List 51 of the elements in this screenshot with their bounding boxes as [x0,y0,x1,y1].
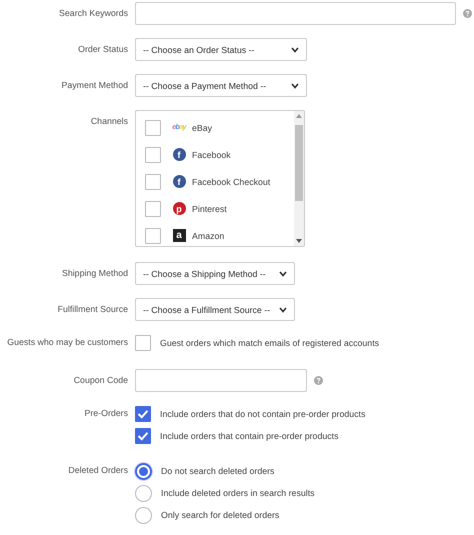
dropdown-select[interactable]: -- Choose a Shipping Method -- [135,262,295,285]
field-label: Shipping Method [62,267,128,280]
field-label: Order Status [78,43,128,56]
checkbox[interactable] [135,428,151,444]
checkbox[interactable] [145,200,161,216]
field-label: Coupon Code [74,374,128,387]
text-input-field[interactable] [135,2,456,25]
chevron-down-icon [279,270,287,276]
text-input-field[interactable] [135,369,307,392]
square-logo-icon: a [172,229,186,242]
checkbox[interactable] [145,120,161,136]
check-icon [136,429,150,443]
channel-name[interactable]: eBay [192,122,212,132]
round-logo-icon: f [172,148,186,161]
field-label: Deleted Orders [68,464,128,477]
field-label: Search Keywords [59,7,128,20]
field-label: Pre-Orders [84,407,128,420]
chevron-down-icon [291,82,299,88]
option-label[interactable]: Include orders that contain pre-order products [160,431,338,441]
checkbox[interactable] [145,146,161,162]
chevron-down-icon [291,46,299,52]
field-label: Channels [90,115,128,128]
option-label[interactable]: Do not search deleted orders [161,466,274,476]
round-logo-icon: f [172,175,186,188]
scroll-down-arrow-icon [296,239,302,243]
radio-button[interactable] [135,506,152,524]
field-label: Guests who may be customers [7,336,128,349]
field-label: Fulfillment Source [58,303,128,316]
checkbox[interactable] [135,335,151,351]
channel-name[interactable]: Facebook Checkout [192,176,270,186]
dropdown-select[interactable]: -- Choose an Order Status -- [135,38,307,61]
dropdown-select[interactable]: -- Choose a Fulfillment Source -- [135,298,295,321]
check-icon [136,407,150,421]
option-label[interactable]: Include deleted orders in search results [161,488,315,498]
checkbox[interactable] [145,228,161,244]
channel-name[interactable]: Amazon [192,230,224,240]
chevron-down-icon [279,306,287,312]
option-label[interactable]: Include orders that do not contain pre-order products [160,409,366,419]
channel-name[interactable]: Pinterest [192,204,227,214]
checkbox[interactable] [135,406,151,422]
radio-button[interactable] [135,462,152,480]
scrollbar[interactable] [294,111,304,246]
radio-button[interactable] [135,484,152,502]
field-label: Payment Method [61,79,128,92]
option-label[interactable]: Guest orders which match emails of registered accounts [160,338,380,348]
channel-name[interactable]: Facebook [192,150,231,160]
option-label[interactable]: Only search for deleted orders [161,510,280,520]
round-logo-icon: p [172,202,186,215]
dropdown-select[interactable]: -- Choose a Payment Method -- [135,74,307,97]
scroll-up-arrow-icon [296,114,302,118]
checkbox[interactable] [145,174,161,190]
